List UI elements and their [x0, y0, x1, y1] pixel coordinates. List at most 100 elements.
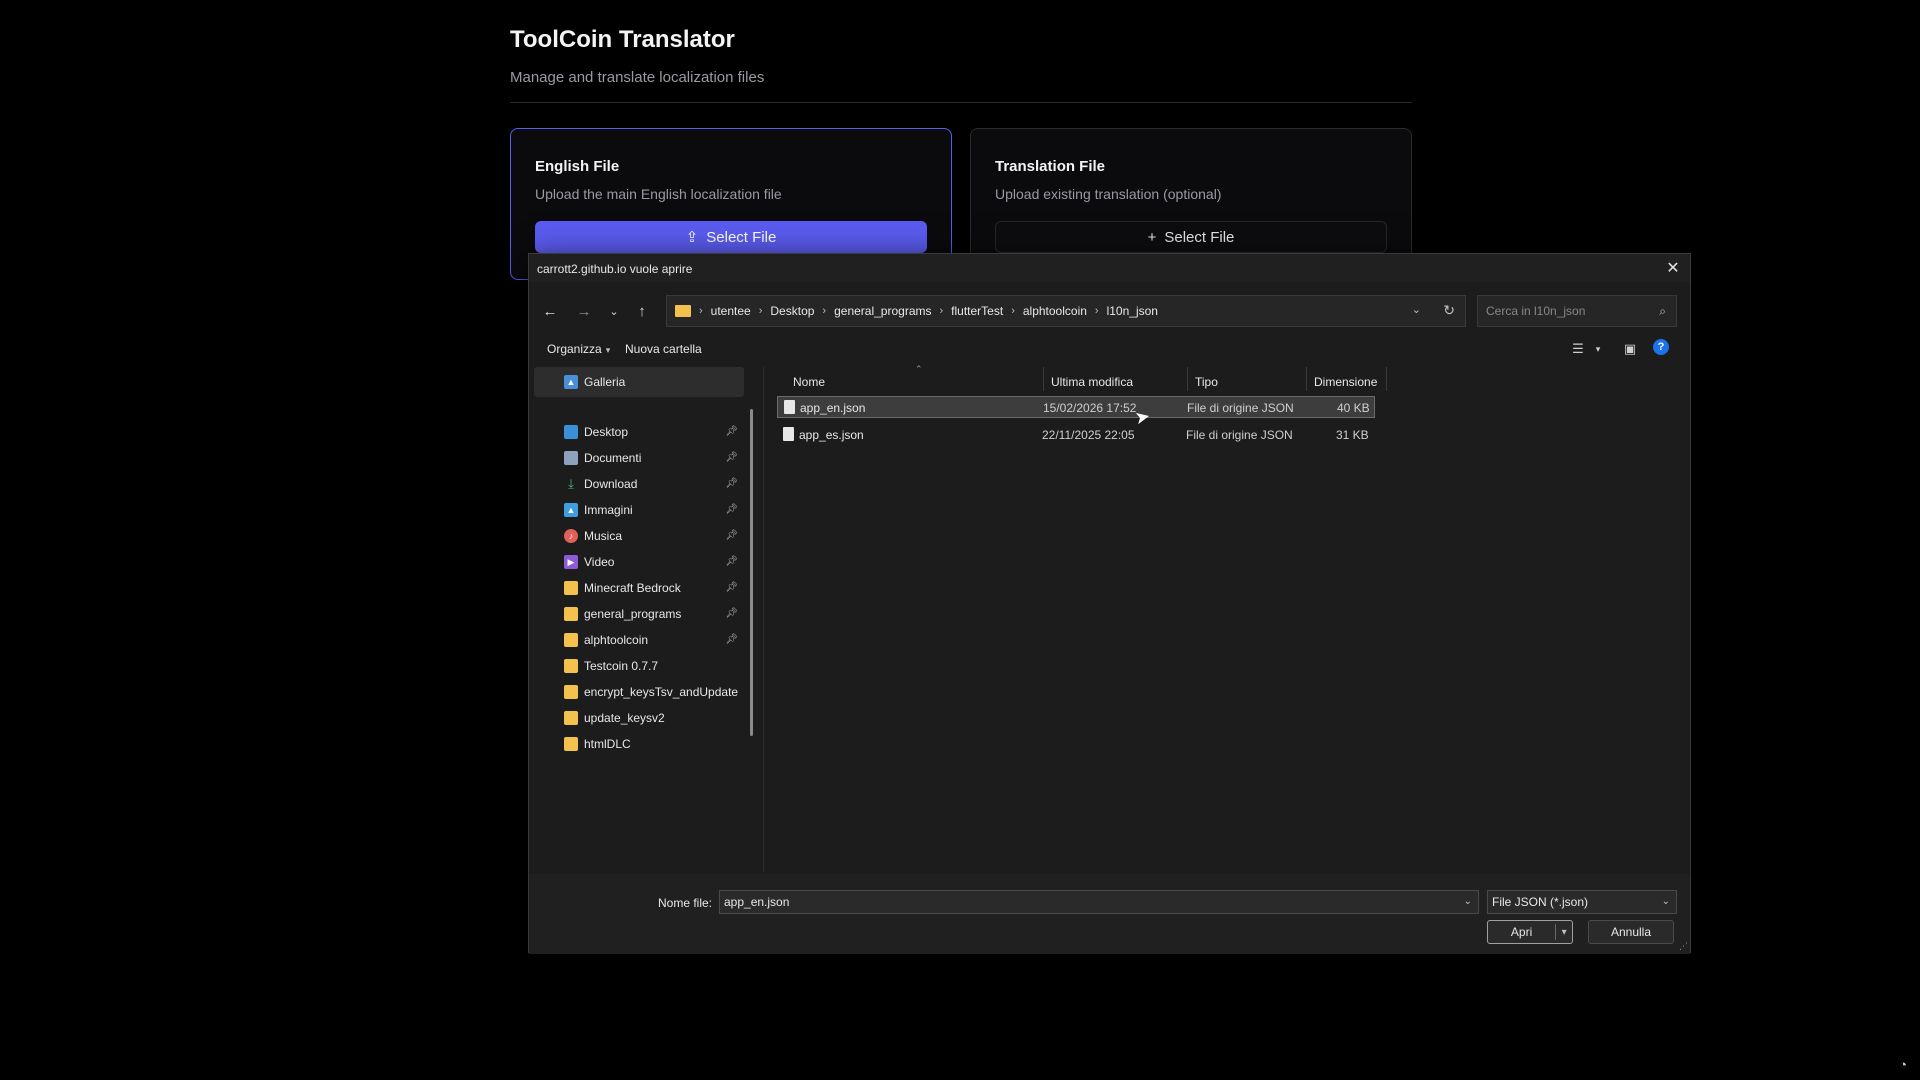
pin-icon[interactable]: 📌︎ [725, 556, 738, 567]
sidebar-item-label: Video [584, 555, 615, 569]
sidebar-item-label: update_keysv2 [584, 711, 665, 725]
sidebar-item-desktop[interactable]: Desktop 📌︎ [534, 419, 744, 445]
sidebar-item-testcoin[interactable]: Testcoin 0.7.7 [534, 653, 744, 679]
sidebar-item-label: Immagini [584, 503, 633, 517]
chevron-right-icon[interactable]: › [1011, 305, 1015, 317]
sidebar-item-alphtoolcoin[interactable]: alphtoolcoin 📌︎ [534, 627, 744, 653]
pin-icon[interactable]: 📌︎ [725, 530, 738, 541]
desktop-icon [564, 425, 578, 439]
chevron-right-icon[interactable]: › [1095, 305, 1099, 317]
column-header-label: Nome [793, 375, 826, 389]
sidebar-item-music[interactable]: ♪ Musica 📌︎ [534, 523, 744, 549]
chevron-right-icon[interactable]: › [759, 305, 763, 317]
accessibility-icon[interactable]: ◔ [1895, 1056, 1911, 1072]
sidebar-item-update-keys[interactable]: update_keysv2 [534, 705, 744, 731]
dialog-footer: Nome file: ⌄ File JSON (*.json) ⌄ Apri ▾… [529, 874, 1690, 954]
column-header-name[interactable]: Nome [793, 375, 825, 389]
navigation-bar: ← → ⌄ ↑ › utentee › Desktop › general_pr… [529, 292, 1690, 328]
command-bar: Organizza ▾ Nuova cartella ☰ ▾ ▣ ? [529, 334, 1690, 364]
filename-field[interactable]: ⌄ [719, 890, 1479, 914]
pin-icon[interactable]: 📌︎ [725, 478, 738, 489]
sidebar-item-encrypt-keys[interactable]: encrypt_keysTsv_andUpdate [534, 679, 744, 705]
file-size: 31 KB [1336, 428, 1369, 442]
breadcrumb-item[interactable]: Desktop [770, 304, 814, 318]
sidebar-item-minecraft-bedrock[interactable]: Minecraft Bedrock 📌︎ [534, 575, 744, 601]
breadcrumb-item[interactable]: l10n_json [1107, 304, 1158, 318]
preview-pane-icon[interactable]: ▣ [1619, 340, 1641, 358]
filename-input[interactable] [724, 895, 1444, 909]
breadcrumb-item[interactable]: general_programs [834, 304, 931, 318]
column-header-type[interactable]: Tipo [1195, 375, 1218, 389]
address-bar[interactable]: › utentee › Desktop › general_programs ›… [666, 295, 1466, 327]
folder-icon [564, 711, 578, 725]
column-header-modified[interactable]: Ultima modifica [1051, 375, 1133, 389]
breadcrumb-item[interactable]: utentee [711, 304, 751, 318]
cancel-button[interactable]: Annulla [1588, 920, 1674, 944]
filetype-select[interactable]: File JSON (*.json) ⌄ [1487, 890, 1677, 914]
search-input[interactable] [1486, 304, 1646, 318]
open-options-caret-icon[interactable]: ▾ [1556, 927, 1572, 938]
up-arrow-icon[interactable]: ↑ [631, 300, 653, 322]
file-type: File di origine JSON [1187, 401, 1294, 415]
chevron-down-icon[interactable]: ⌄ [1464, 896, 1472, 907]
recent-locations-chevron-icon[interactable]: ⌄ [603, 300, 625, 322]
sidebar-item-htmldlc[interactable]: htmlDLC [534, 731, 744, 757]
sidebar-item-documents[interactable]: Documenti 📌︎ [534, 445, 744, 471]
column-separator[interactable] [1043, 367, 1044, 391]
file-list: Nome ⌃ Ultima modifica Tipo Dimensione a… [769, 364, 1689, 872]
file-row[interactable]: app_es.json 22/11/2025 22:05 File di ori… [777, 424, 1375, 446]
folder-icon [675, 305, 691, 317]
folder-icon [564, 685, 578, 699]
column-separator[interactable] [1306, 367, 1307, 391]
breadcrumb-item[interactable]: flutterTest [951, 304, 1003, 318]
open-button-label: Apri [1510, 925, 1533, 939]
breadcrumb-item[interactable]: alphtoolcoin [1023, 304, 1087, 318]
chevron-down-icon: ⌄ [1661, 896, 1670, 907]
resize-grip-icon[interactable]: ⋰ [1679, 941, 1688, 952]
translation-card-description: Upload existing translation (optional) [995, 186, 1222, 202]
english-select-file-button[interactable]: ⇪ Select File [535, 221, 927, 253]
organize-menu-button[interactable]: Organizza ▾ [547, 342, 610, 356]
help-icon[interactable]: ? [1653, 339, 1669, 355]
sidebar-scrollbar[interactable] [750, 409, 753, 736]
details-view-icon[interactable]: ☰ [1567, 340, 1589, 358]
forward-arrow-icon[interactable]: → [573, 300, 595, 322]
refresh-icon[interactable]: ↻ [1443, 302, 1455, 319]
close-icon[interactable]: ✕ [1662, 257, 1684, 279]
pin-icon[interactable]: 📌︎ [725, 582, 738, 593]
pin-icon[interactable]: 📌︎ [725, 608, 738, 619]
column-separator[interactable] [1386, 367, 1387, 391]
pin-icon[interactable]: 📌︎ [725, 504, 738, 515]
pane-divider[interactable] [763, 367, 764, 872]
chevron-right-icon[interactable]: › [822, 305, 826, 317]
organize-label: Organizza [547, 342, 602, 356]
back-arrow-icon[interactable]: ← [539, 300, 561, 322]
plus-icon: + [1147, 228, 1157, 246]
pin-icon[interactable]: 📌︎ [725, 426, 738, 437]
english-select-file-label: Select File [706, 228, 777, 246]
translation-select-file-button[interactable]: + Select File [995, 221, 1387, 253]
open-button[interactable]: Apri ▾ [1487, 920, 1573, 944]
pin-icon[interactable]: 📌︎ [725, 452, 738, 463]
sidebar-item-pictures[interactable]: ▲ Immagini 📌︎ [534, 497, 744, 523]
folder-icon [564, 581, 578, 595]
sidebar-item-video[interactable]: ▶ Video 📌︎ [534, 549, 744, 575]
sidebar-item-general-programs[interactable]: general_programs 📌︎ [534, 601, 744, 627]
column-header-size[interactable]: Dimensione [1314, 375, 1377, 389]
file-row[interactable]: app_en.json 15/02/2026 17:52 File di ori… [777, 396, 1375, 418]
sort-ascending-icon: ⌃ [915, 364, 923, 374]
sidebar-item-gallery[interactable]: ▲ Galleria [534, 367, 744, 397]
column-separator[interactable] [1187, 367, 1188, 391]
translation-select-file-label: Select File [1164, 228, 1235, 246]
search-box[interactable]: ⌕ [1477, 295, 1677, 327]
pin-icon[interactable]: 📌︎ [725, 634, 738, 645]
sidebar-item-label: htmlDLC [584, 737, 631, 751]
sidebar-item-label: Galleria [584, 375, 626, 389]
folder-icon [564, 607, 578, 621]
sidebar-item-label: Documenti [584, 451, 642, 465]
view-options-caret-icon[interactable]: ▾ [1587, 340, 1609, 358]
new-folder-button[interactable]: Nuova cartella [625, 342, 702, 356]
sidebar-item-download[interactable]: ⤓ Download 📌︎ [534, 471, 744, 497]
chevron-down-icon[interactable]: ⌄ [1412, 303, 1421, 316]
chevron-right-icon[interactable]: › [939, 305, 943, 317]
